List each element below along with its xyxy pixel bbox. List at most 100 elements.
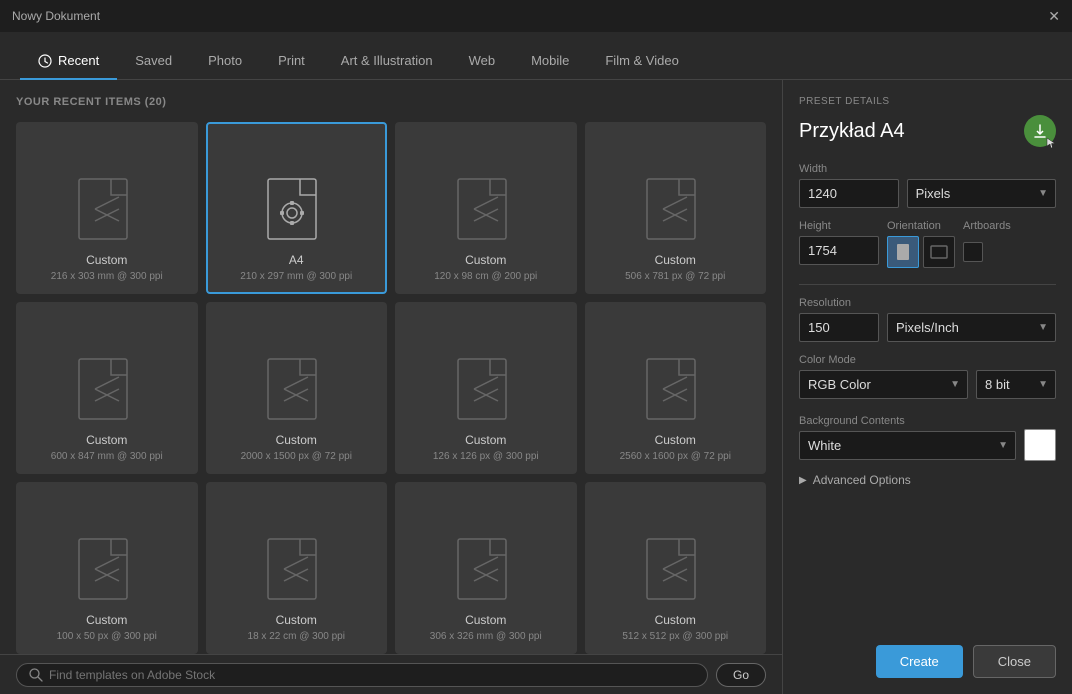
tabbar: Recent Saved Photo Print Art & Illustrat… bbox=[0, 32, 1072, 80]
tab-photo[interactable]: Photo bbox=[190, 43, 260, 80]
preset-label: PRESET DETAILS bbox=[799, 96, 1056, 107]
item-name: A4 bbox=[289, 253, 304, 269]
tab-saved[interactable]: Saved bbox=[117, 43, 190, 80]
search-input-wrap bbox=[16, 663, 708, 687]
artboards-group: Artboards bbox=[963, 220, 1011, 268]
tab-print-label: Print bbox=[278, 53, 305, 68]
resolution-label: Resolution bbox=[799, 297, 879, 309]
search-bar: Go bbox=[0, 654, 782, 694]
item-name: Custom bbox=[86, 433, 127, 449]
go-button[interactable]: Go bbox=[716, 663, 766, 687]
list-item[interactable]: Custom 506 x 781 px @ 72 ppi bbox=[585, 122, 767, 294]
document-icon bbox=[454, 177, 518, 253]
width-unit-group: Pixels ▼ bbox=[907, 163, 1056, 208]
main-content: YOUR RECENT ITEMS (20) Custom 216 x 303 … bbox=[0, 80, 1072, 694]
preset-title-row: Przykład A4 bbox=[799, 115, 1056, 147]
bg-contents-label: Background Contents bbox=[799, 415, 905, 427]
color-mode-row: Color Mode RGB Color ▼ 8 bit ▼ bbox=[799, 354, 1056, 399]
resolution-unit-select-wrap: Pixels/Inch ▼ bbox=[887, 313, 1056, 342]
close-button[interactable]: Close bbox=[973, 645, 1056, 678]
width-input[interactable] bbox=[799, 179, 899, 208]
portrait-button[interactable] bbox=[887, 236, 919, 268]
chevron-right-icon: ▶ bbox=[799, 475, 807, 486]
list-item[interactable]: Custom 512 x 512 px @ 300 ppi bbox=[585, 482, 767, 654]
width-row: Width Pixels ▼ bbox=[799, 163, 1056, 208]
item-name: Custom bbox=[465, 613, 506, 629]
bit-depth-label bbox=[976, 354, 1056, 366]
color-mode-group: Color Mode RGB Color ▼ bbox=[799, 354, 968, 399]
tab-web[interactable]: Web bbox=[451, 43, 514, 80]
tab-mobile-label: Mobile bbox=[531, 53, 569, 68]
item-name: Custom bbox=[276, 613, 317, 629]
list-item[interactable]: Custom 2560 x 1600 px @ 72 ppi bbox=[585, 302, 767, 474]
bit-depth-select[interactable]: 8 bit bbox=[976, 370, 1056, 399]
item-size: 216 x 303 mm @ 300 ppi bbox=[51, 271, 163, 282]
item-size: 306 x 326 mm @ 300 ppi bbox=[430, 631, 542, 642]
color-mode-select[interactable]: RGB Color bbox=[799, 370, 968, 399]
bg-contents-select[interactable]: White bbox=[799, 431, 1016, 460]
portrait-icon bbox=[896, 243, 910, 261]
list-item[interactable]: Custom 126 x 126 px @ 300 ppi bbox=[395, 302, 577, 474]
resolution-input[interactable] bbox=[799, 313, 879, 342]
tab-art-label: Art & Illustration bbox=[341, 53, 433, 68]
color-mode-label: Color Mode bbox=[799, 354, 968, 366]
artboards-checkbox[interactable] bbox=[963, 242, 983, 262]
tab-art[interactable]: Art & Illustration bbox=[323, 43, 451, 80]
download-preset-button[interactable] bbox=[1024, 115, 1056, 147]
tab-mobile[interactable]: Mobile bbox=[513, 43, 587, 80]
item-size: 18 x 22 cm @ 300 ppi bbox=[248, 631, 345, 642]
height-input[interactable] bbox=[799, 236, 879, 265]
width-group: Width bbox=[799, 163, 899, 208]
create-button[interactable]: Create bbox=[876, 645, 963, 678]
right-panel: PRESET DETAILS Przykład A4 Width bbox=[782, 80, 1072, 694]
tab-photo-label: Photo bbox=[208, 53, 242, 68]
document-icon bbox=[75, 177, 139, 253]
width-unit-select[interactable]: Pixels bbox=[907, 179, 1056, 208]
resolution-unit-label bbox=[887, 297, 1056, 309]
tab-saved-label: Saved bbox=[135, 53, 172, 68]
height-label: Height bbox=[799, 220, 879, 232]
list-item[interactable]: Custom 2000 x 1500 px @ 72 ppi bbox=[206, 302, 388, 474]
color-swatch[interactable] bbox=[1024, 429, 1056, 461]
list-item[interactable]: A4 210 x 297 mm @ 300 ppi bbox=[206, 122, 388, 294]
document-icon bbox=[454, 537, 518, 613]
items-grid: Custom 216 x 303 mm @ 300 ppi A4 bbox=[16, 122, 766, 654]
list-item[interactable]: Custom 100 x 50 px @ 300 ppi bbox=[16, 482, 198, 654]
document-icon bbox=[643, 177, 707, 253]
list-item[interactable]: Custom 18 x 22 cm @ 300 ppi bbox=[206, 482, 388, 654]
resolution-row: Resolution Pixels/Inch ▼ bbox=[799, 297, 1056, 342]
item-size: 126 x 126 px @ 300 ppi bbox=[433, 451, 539, 462]
orientation-group: Orientation bbox=[887, 220, 955, 268]
document-icon bbox=[264, 357, 328, 433]
item-name: Custom bbox=[655, 433, 696, 449]
list-item[interactable]: Custom 600 x 847 mm @ 300 ppi bbox=[16, 302, 198, 474]
advanced-options[interactable]: ▶ Advanced Options bbox=[799, 473, 1056, 487]
item-name: Custom bbox=[86, 253, 127, 269]
resolution-unit-select[interactable]: Pixels/Inch bbox=[887, 313, 1056, 342]
tab-film[interactable]: Film & Video bbox=[587, 43, 696, 80]
list-item[interactable]: Custom 120 x 98 cm @ 200 ppi bbox=[395, 122, 577, 294]
document-icon bbox=[643, 357, 707, 433]
item-name: Custom bbox=[465, 433, 506, 449]
bg-select-wrap: White ▼ bbox=[799, 429, 1056, 461]
landscape-button[interactable] bbox=[923, 236, 955, 268]
color-mode-select-wrap: RGB Color ▼ bbox=[799, 370, 968, 399]
clock-icon bbox=[38, 54, 52, 68]
document-icon bbox=[264, 537, 328, 613]
tab-web-label: Web bbox=[469, 53, 496, 68]
tab-print[interactable]: Print bbox=[260, 43, 323, 80]
cursor-icon bbox=[1046, 137, 1058, 149]
document-icon bbox=[454, 357, 518, 433]
list-item[interactable]: Custom 306 x 326 mm @ 300 ppi bbox=[395, 482, 577, 654]
item-name: Custom bbox=[655, 253, 696, 269]
tab-film-label: Film & Video bbox=[605, 53, 678, 68]
close-window-button[interactable]: ✕ bbox=[1048, 8, 1060, 25]
search-input[interactable] bbox=[49, 668, 695, 682]
tab-recent[interactable]: Recent bbox=[20, 43, 117, 80]
resolution-unit-group: Pixels/Inch ▼ bbox=[887, 297, 1056, 342]
width-unit-label bbox=[907, 163, 1056, 175]
item-size: 210 x 297 mm @ 300 ppi bbox=[240, 271, 352, 282]
artboards-label: Artboards bbox=[963, 220, 1011, 232]
list-item[interactable]: Custom 216 x 303 mm @ 300 ppi bbox=[16, 122, 198, 294]
tab-recent-label: Recent bbox=[58, 53, 99, 68]
